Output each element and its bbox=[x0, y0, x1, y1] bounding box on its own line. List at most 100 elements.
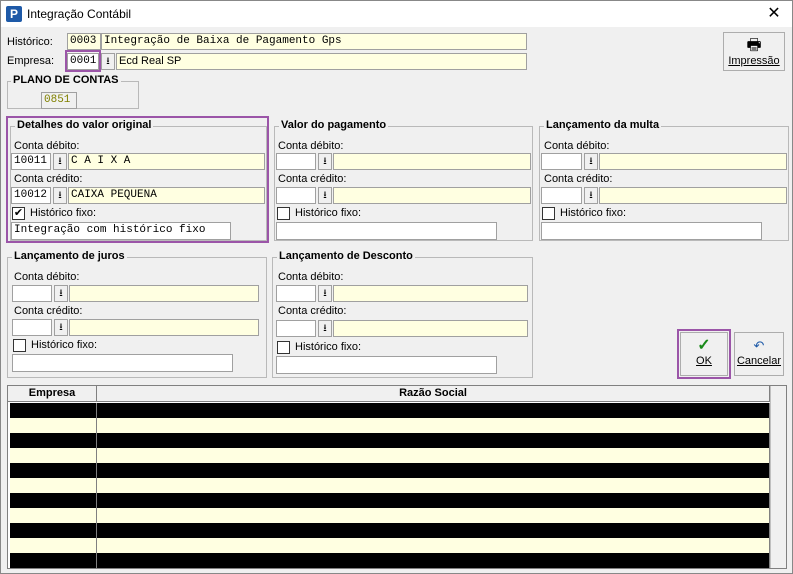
ok-button[interactable]: ✓ OK bbox=[680, 332, 728, 376]
column-header-razao-social[interactable]: Razão Social bbox=[97, 386, 770, 401]
empresa-table[interactable]: Empresa Razão Social bbox=[7, 385, 787, 569]
valor-pagamento-historico-checkbox[interactable] bbox=[277, 207, 290, 220]
valor-original-historico-checkbox[interactable]: ✔ bbox=[12, 207, 25, 220]
cancel-button[interactable]: ↶ Cancelar bbox=[734, 332, 784, 376]
lancamento-multa-credito-name[interactable] bbox=[599, 187, 787, 204]
table-row[interactable] bbox=[10, 433, 770, 448]
window-title: Integração Contábil bbox=[27, 7, 132, 21]
ok-button-label: OK bbox=[696, 355, 712, 367]
lancamento-multa-debito-code[interactable] bbox=[541, 153, 582, 170]
empresa-label: Empresa: bbox=[7, 55, 55, 67]
download-arrow-icon: ⭳ bbox=[106, 56, 110, 67]
table-row[interactable] bbox=[10, 463, 770, 478]
historico-code-field[interactable]: 0003 bbox=[67, 33, 101, 50]
lancamento-desconto-debito-name[interactable] bbox=[333, 285, 528, 302]
lancamento-multa-credito-label: Conta crédito: bbox=[544, 173, 613, 185]
valor-pagamento-credito-code[interactable] bbox=[276, 187, 316, 204]
table-row[interactable] bbox=[10, 448, 770, 463]
lancamento-multa-debito-name[interactable] bbox=[599, 153, 787, 170]
column-header-empresa[interactable]: Empresa bbox=[8, 386, 97, 401]
lancamento-juros-credito-name[interactable] bbox=[69, 319, 259, 336]
lancamento-multa-debito-lookup[interactable]: ⭳ bbox=[584, 153, 598, 170]
lancamento-multa-credito-code[interactable] bbox=[541, 187, 582, 204]
valor-pagamento-credito-label: Conta crédito: bbox=[278, 173, 347, 185]
table-row[interactable] bbox=[10, 508, 770, 523]
valor-original-debito-label: Conta débito: bbox=[14, 140, 80, 152]
download-arrow-icon: ⭳ bbox=[58, 156, 62, 167]
download-arrow-icon: ⭳ bbox=[323, 323, 327, 334]
download-arrow-icon: ⭳ bbox=[59, 288, 63, 299]
valor-original-credito-name[interactable]: CAIXA PEQUENA bbox=[68, 187, 265, 204]
empresa-lookup-button[interactable]: ⭳ bbox=[101, 53, 115, 70]
title-bar: P Integração Contábil ✕ bbox=[1, 1, 792, 27]
lancamento-multa-historico-field[interactable] bbox=[541, 222, 762, 240]
window: P Integração Contábil ✕ Histórico: 0003 … bbox=[0, 0, 793, 574]
lancamento-juros-credito-code[interactable] bbox=[12, 319, 52, 336]
lancamento-desconto-historico-checkbox[interactable] bbox=[277, 341, 290, 354]
download-arrow-icon: ⭳ bbox=[323, 156, 327, 167]
download-arrow-icon: ⭳ bbox=[323, 190, 327, 201]
lancamento-juros-debito-lookup[interactable]: ⭳ bbox=[54, 285, 68, 302]
valor-original-historico-field[interactable]: Integração com histórico fixo bbox=[11, 222, 231, 240]
table-row[interactable] bbox=[10, 553, 770, 568]
table-row[interactable] bbox=[10, 493, 770, 508]
lancamento-multa-credito-lookup[interactable]: ⭳ bbox=[584, 187, 598, 204]
lancamento-juros-debito-name[interactable] bbox=[69, 285, 259, 302]
table-row[interactable] bbox=[10, 403, 770, 418]
historico-description-field[interactable]: Integração de Baixa de Pagamento Gps bbox=[101, 33, 527, 50]
lancamento-desconto-credito-code[interactable] bbox=[276, 320, 316, 337]
lancamento-desconto-credito-name[interactable] bbox=[333, 320, 528, 337]
lancamento-desconto-historico-label: Histórico fixo: bbox=[295, 341, 362, 353]
download-arrow-icon: ⭳ bbox=[58, 190, 62, 201]
lancamento-desconto-credito-lookup[interactable]: ⭳ bbox=[318, 320, 332, 337]
table-header: Empresa Razão Social bbox=[8, 386, 770, 402]
table-row[interactable] bbox=[10, 523, 770, 538]
valor-original-debito-name[interactable]: C A I X A bbox=[68, 153, 265, 170]
plano-contas-field: 0851 bbox=[41, 92, 77, 109]
table-body bbox=[10, 403, 770, 568]
lancamento-juros-credito-lookup[interactable]: ⭳ bbox=[54, 319, 68, 336]
lancamento-desconto-debito-label: Conta débito: bbox=[278, 271, 344, 283]
lancamento-juros-historico-checkbox[interactable] bbox=[13, 339, 26, 352]
valor-pagamento-historico-label: Histórico fixo: bbox=[295, 207, 362, 219]
lancamento-juros-historico-label: Histórico fixo: bbox=[31, 339, 98, 351]
download-arrow-icon: ⭳ bbox=[589, 156, 593, 167]
table-scrollbar[interactable] bbox=[770, 386, 786, 568]
download-arrow-icon: ⭳ bbox=[59, 322, 63, 333]
print-button[interactable]: 🖶 Impressão bbox=[723, 32, 785, 71]
valor-pagamento-title: Valor do pagamento bbox=[279, 119, 389, 131]
lancamento-juros-debito-code[interactable] bbox=[12, 285, 52, 302]
cancel-button-label: Cancelar bbox=[736, 355, 782, 367]
valor-original-historico-label: Histórico fixo: bbox=[30, 207, 97, 219]
lancamento-desconto-historico-field[interactable] bbox=[276, 356, 497, 374]
lancamento-desconto-title: Lançamento de Desconto bbox=[277, 250, 415, 262]
table-row[interactable] bbox=[10, 418, 770, 433]
close-button[interactable]: ✕ bbox=[764, 4, 784, 24]
undo-arrow-icon: ↶ bbox=[753, 338, 765, 353]
valor-original-credito-label: Conta crédito: bbox=[14, 173, 83, 185]
historico-label: Histórico: bbox=[7, 36, 53, 48]
lancamento-desconto-debito-code[interactable] bbox=[276, 285, 316, 302]
valor-pagamento-credito-name[interactable] bbox=[333, 187, 531, 204]
download-arrow-icon: ⭳ bbox=[589, 190, 593, 201]
valor-pagamento-credito-lookup[interactable]: ⭳ bbox=[318, 187, 332, 204]
valor-pagamento-debito-name[interactable] bbox=[333, 153, 531, 170]
checkmark-icon: ✓ bbox=[697, 337, 711, 354]
table-row[interactable] bbox=[10, 478, 770, 493]
lancamento-juros-historico-field[interactable] bbox=[12, 354, 233, 372]
valor-original-debito-lookup[interactable]: ⭳ bbox=[53, 153, 67, 170]
lancamento-juros-title: Lançamento de juros bbox=[12, 250, 127, 262]
valor-original-credito-code[interactable]: 10012 bbox=[11, 187, 51, 204]
lancamento-multa-title: Lançamento da multa bbox=[544, 119, 662, 131]
valor-original-credito-lookup[interactable]: ⭳ bbox=[53, 187, 67, 204]
valor-pagamento-debito-code[interactable] bbox=[276, 153, 316, 170]
valor-original-debito-code[interactable]: 10011 bbox=[11, 153, 51, 170]
lancamento-desconto-debito-lookup[interactable]: ⭳ bbox=[318, 285, 332, 302]
lancamento-multa-historico-checkbox[interactable] bbox=[542, 207, 555, 220]
empresa-code-field[interactable]: 0001 bbox=[67, 53, 99, 70]
lancamento-desconto-credito-label: Conta crédito: bbox=[278, 305, 347, 317]
empresa-name-field[interactable]: Ecd Real SP bbox=[116, 53, 527, 70]
valor-pagamento-historico-field[interactable] bbox=[276, 222, 497, 240]
table-row[interactable] bbox=[10, 538, 770, 553]
valor-pagamento-debito-lookup[interactable]: ⭳ bbox=[318, 153, 332, 170]
